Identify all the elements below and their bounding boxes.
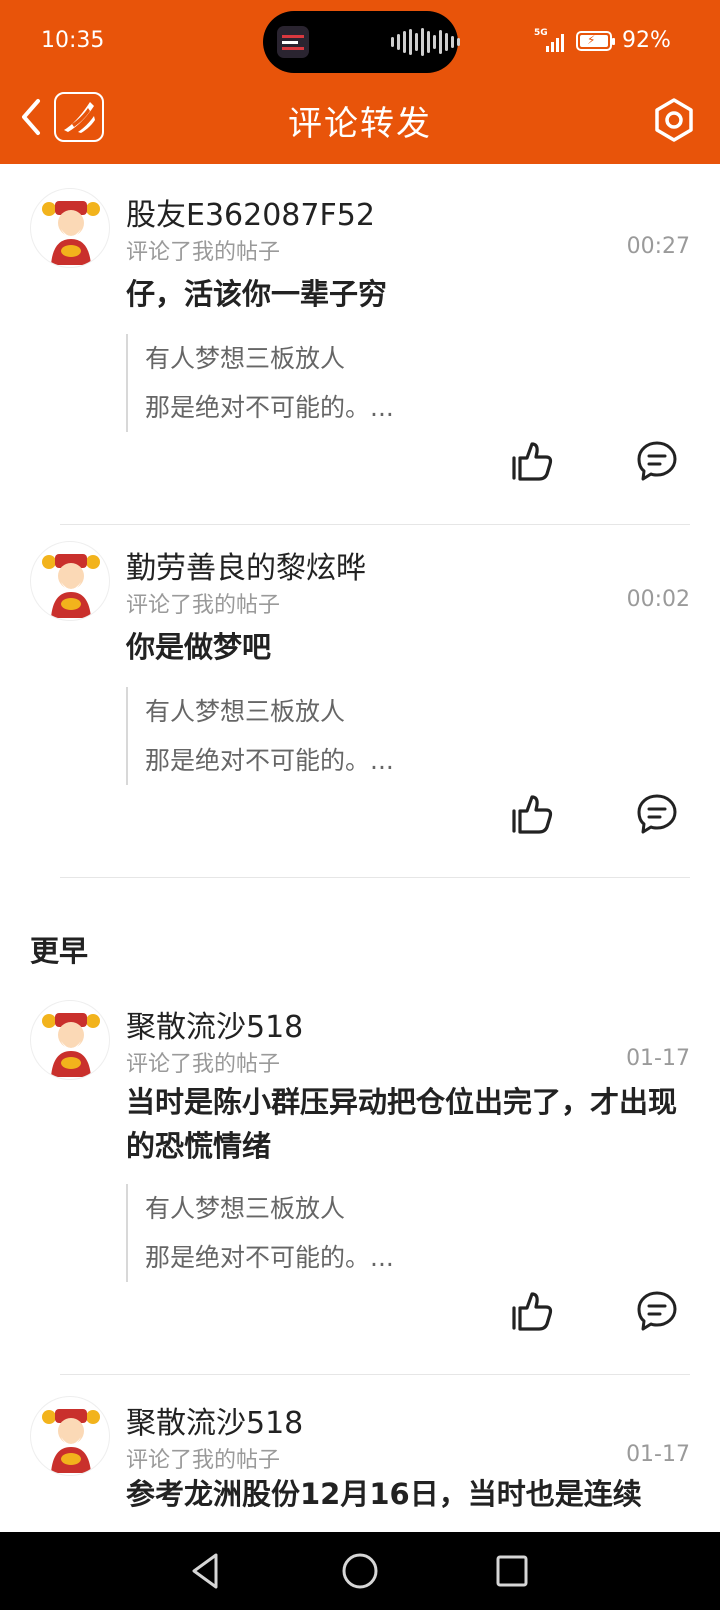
section-title-earlier: 更早	[30, 934, 89, 968]
system-nav-bar	[0, 1532, 720, 1610]
timestamp: 01-17	[626, 1442, 690, 1467]
timestamp: 00:02	[626, 587, 690, 612]
avatar[interactable]	[30, 1396, 110, 1476]
action-text: 评论了我的帖子	[126, 593, 281, 618]
username[interactable]: 聚散流沙518	[126, 1398, 303, 1442]
battery-percent: 92%	[622, 28, 671, 53]
avatar[interactable]	[30, 188, 110, 268]
quoted-post[interactable]: 有人梦想三板放人 那是绝对不可能的。...	[126, 334, 686, 432]
status-icons: 5G ⚡ 92%	[520, 22, 720, 62]
timestamp: 00:27	[626, 234, 690, 259]
nav-back-button[interactable]	[184, 1549, 228, 1593]
quoted-post[interactable]: 有人梦想三板放人 那是绝对不可能的。...	[126, 687, 686, 785]
page-title: 评论转发	[288, 104, 432, 144]
timestamp: 01-17	[626, 1046, 690, 1071]
signal-icon: 5G	[534, 28, 564, 52]
list-item[interactable]: 股友E362087F52 评论了我的帖子 00:27 仔，活该你一辈子穷 有人梦…	[0, 164, 720, 525]
reply-button[interactable]	[634, 1288, 680, 1334]
thumbs-up-icon	[512, 795, 553, 834]
fortune-god-avatar-icon	[42, 554, 100, 618]
like-button[interactable]	[510, 791, 556, 837]
audio-wave-icon	[391, 27, 460, 57]
triangle-back-icon	[192, 1553, 218, 1589]
settings-button[interactable]	[650, 96, 698, 144]
avatar[interactable]	[30, 541, 110, 621]
quote-line: 有人梦想三板放人	[145, 1194, 346, 1223]
list-item[interactable]: 聚散流沙518 评论了我的帖子 01-17 当时是陈小群压异动把仓位出完了，才出…	[0, 976, 720, 1375]
nav-recents-button[interactable]	[490, 1549, 534, 1593]
dynamic-island[interactable]	[263, 11, 460, 73]
circle-home-icon	[342, 1553, 378, 1589]
battery-icon: ⚡	[576, 31, 615, 51]
comment-bubble-icon	[637, 1291, 677, 1331]
media-app-icon	[277, 26, 309, 58]
quote-line: 那是绝对不可能的。...	[145, 1243, 394, 1272]
quote-line: 有人梦想三板放人	[145, 344, 346, 373]
fortune-god-avatar-icon	[42, 201, 100, 265]
username[interactable]: 股友E362087F52	[126, 190, 375, 234]
quote-line: 那是绝对不可能的。...	[145, 746, 394, 775]
like-button[interactable]	[510, 438, 556, 484]
square-recents-icon	[496, 1555, 528, 1587]
username[interactable]: 聚散流沙518	[126, 1002, 303, 1046]
divider	[60, 877, 690, 878]
gear-icon	[655, 98, 693, 142]
like-button[interactable]	[510, 1288, 556, 1334]
comment-text[interactable]: 当时是陈小群压异动把仓位出完了，才出现的恐慌情绪	[126, 1080, 686, 1168]
username[interactable]: 勤劳善良的黎炫晔	[126, 543, 366, 587]
avatar[interactable]	[30, 1000, 110, 1080]
action-text: 评论了我的帖子	[126, 240, 281, 265]
quote-line: 那是绝对不可能的。...	[145, 393, 394, 422]
reply-button[interactable]	[634, 438, 680, 484]
comment-text[interactable]: 你是做梦吧	[126, 625, 686, 669]
quote-line: 有人梦想三板放人	[145, 697, 346, 726]
action-text: 评论了我的帖子	[126, 1052, 281, 1077]
fortune-god-avatar-icon	[42, 1013, 100, 1077]
fortune-god-avatar-icon	[42, 1409, 100, 1473]
nav-home-button[interactable]	[338, 1549, 382, 1593]
comment-bubble-icon	[637, 794, 677, 834]
quoted-post[interactable]: 有人梦想三板放人 那是绝对不可能的。...	[126, 1184, 686, 1282]
comment-text[interactable]: 参考龙洲股份12月16日，当时也是连续	[126, 1472, 706, 1516]
reply-button[interactable]	[634, 791, 680, 837]
header-bar: 10:35 5G ⚡ 92% 评论转发	[0, 0, 720, 164]
comment-bubble-icon	[637, 441, 677, 481]
comment-list[interactable]: 股友E362087F52 评论了我的帖子 00:27 仔，活该你一辈子穷 有人梦…	[0, 164, 720, 1532]
action-text: 评论了我的帖子	[126, 1448, 281, 1473]
comment-text[interactable]: 仔，活该你一辈子穷	[126, 272, 686, 316]
list-item[interactable]: 聚散流沙518 评论了我的帖子 01-17 参考龙洲股份12月16日，当时也是连…	[0, 1372, 720, 1532]
status-time: 10:35	[41, 28, 105, 53]
thumbs-up-icon	[512, 442, 553, 481]
list-item[interactable]: 勤劳善良的黎炫晔 评论了我的帖子 00:02 你是做梦吧 有人梦想三板放人 那是…	[0, 517, 720, 878]
thumbs-up-icon	[512, 1292, 553, 1331]
